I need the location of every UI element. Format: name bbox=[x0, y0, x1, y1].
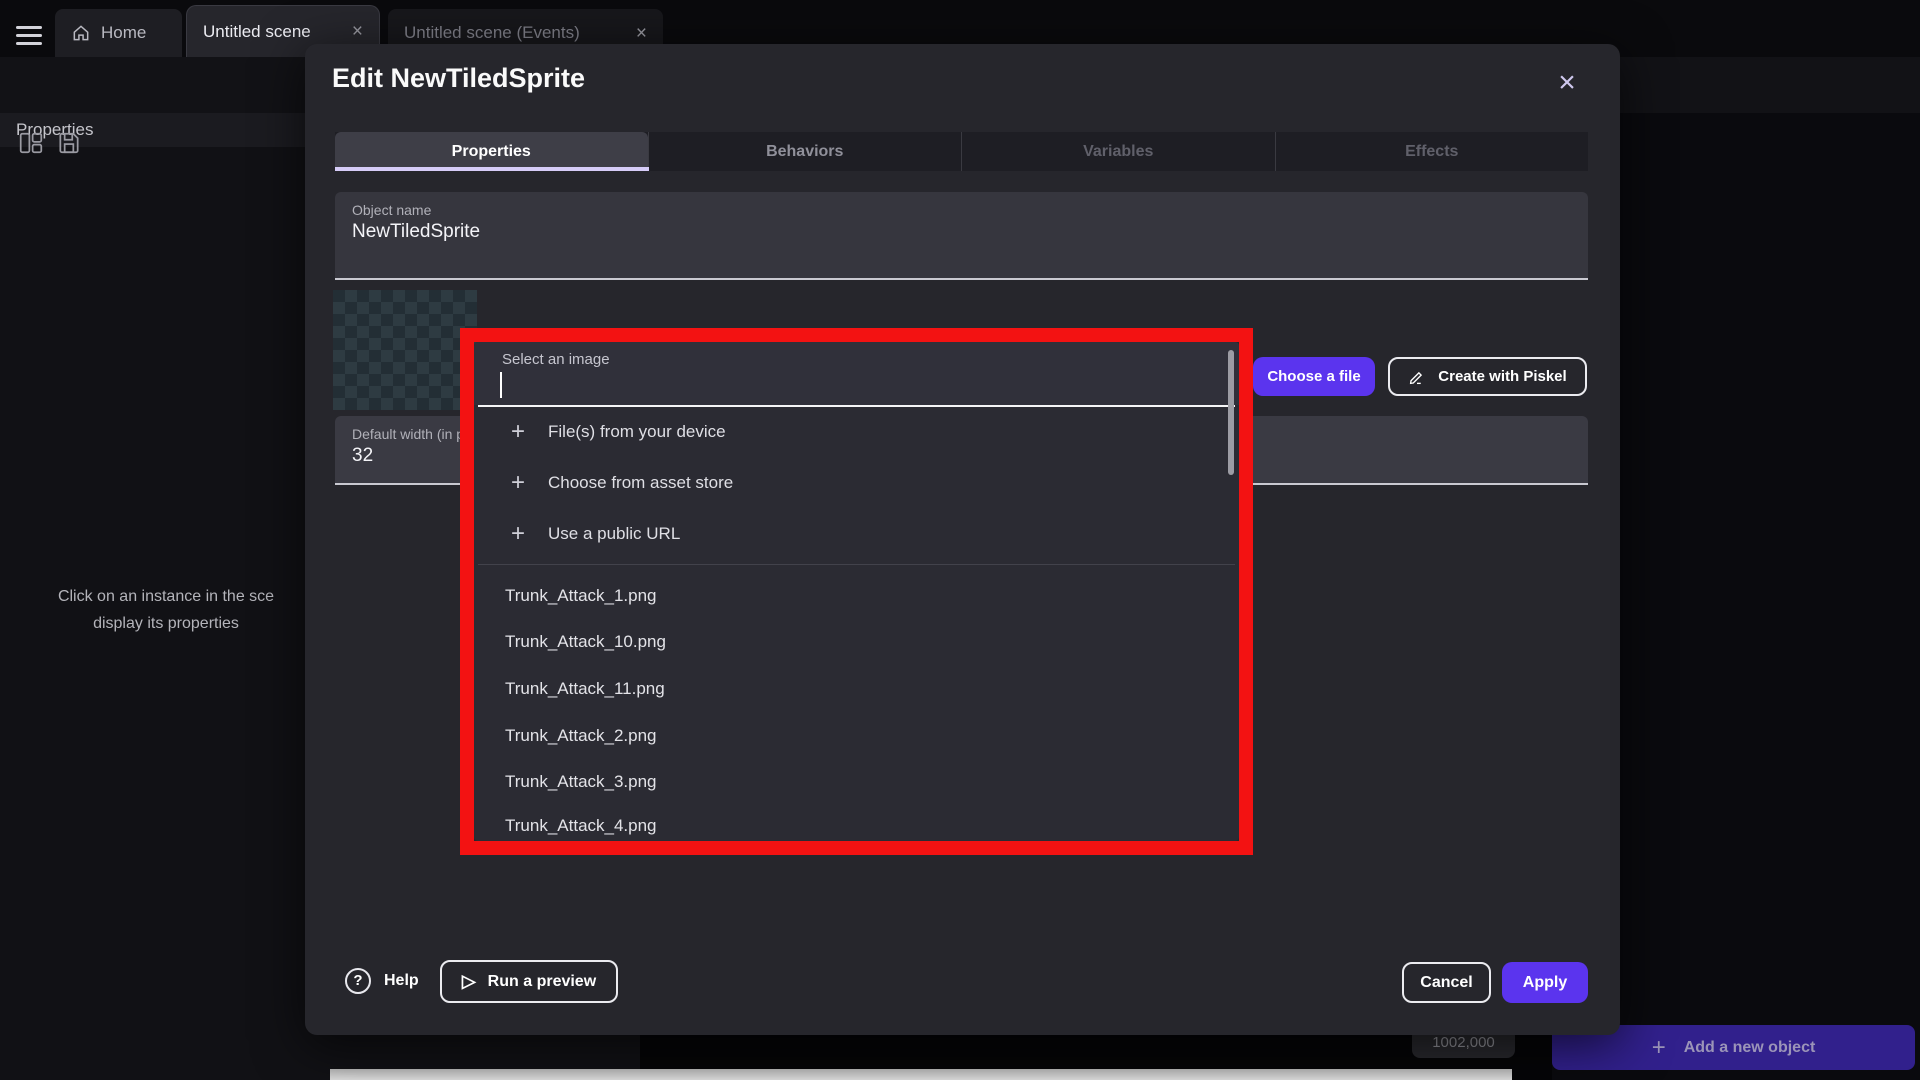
help-label[interactable]: Help bbox=[384, 972, 419, 990]
menu-item-label: File(s) from your device bbox=[548, 422, 726, 441]
file-option[interactable]: Trunk_Attack_10.png bbox=[474, 619, 1239, 665]
file-option[interactable]: Trunk_Attack_1.png bbox=[474, 573, 1239, 619]
sprite-transparent-preview bbox=[333, 290, 477, 410]
field-value: 32 bbox=[352, 445, 373, 467]
tab-home[interactable]: Home bbox=[55, 9, 182, 57]
plus-icon: + bbox=[1652, 1034, 1666, 1062]
menu-item-files-from-device[interactable]: + File(s) from your device bbox=[474, 407, 1239, 457]
button-label: Apply bbox=[1523, 974, 1567, 992]
properties-panel-hint: Click on an instance in the sce display … bbox=[0, 583, 332, 637]
dialog-close-icon[interactable]: × bbox=[1550, 66, 1584, 100]
dialog-tab-effects[interactable]: Effects bbox=[1275, 132, 1589, 171]
menu-divider bbox=[478, 564, 1235, 565]
select-image-field[interactable]: Select an image bbox=[474, 342, 1239, 405]
apply-button[interactable]: Apply bbox=[1502, 962, 1588, 1003]
pencil-icon bbox=[1408, 368, 1426, 386]
tab-label: Home bbox=[101, 23, 146, 43]
play-icon: ▷ bbox=[462, 971, 476, 992]
file-option[interactable]: Trunk_Attack_4.png bbox=[474, 803, 1239, 841]
file-option[interactable]: Trunk_Attack_11.png bbox=[474, 666, 1239, 712]
dialog-tab-behaviors[interactable]: Behaviors bbox=[648, 132, 962, 171]
field-label: Object name bbox=[352, 202, 431, 218]
menu-item-label: Use a public URL bbox=[548, 524, 680, 543]
object-name-field[interactable]: Object name NewTiledSprite bbox=[335, 192, 1588, 280]
hamburger-menu-icon[interactable] bbox=[16, 26, 42, 45]
highlight-box: Select an image + File(s) from your devi… bbox=[460, 328, 1253, 855]
tab-label: Untitled scene (Events) bbox=[404, 23, 580, 43]
field-value: NewTiledSprite bbox=[352, 221, 480, 243]
text-cursor bbox=[500, 372, 502, 398]
tab-label: Untitled scene bbox=[203, 22, 311, 42]
active-tab-underline bbox=[335, 167, 649, 171]
hint-line-1: Click on an instance in the sce bbox=[0, 583, 332, 610]
dialog-tab-properties[interactable]: Properties bbox=[335, 132, 648, 171]
cancel-button[interactable]: Cancel bbox=[1402, 962, 1491, 1003]
menu-item-label: Choose from asset store bbox=[548, 473, 733, 492]
home-icon bbox=[71, 23, 91, 43]
hint-line-2: display its properties bbox=[0, 610, 332, 637]
file-option[interactable]: Trunk_Attack_3.png bbox=[474, 759, 1239, 805]
close-tab-icon[interactable]: × bbox=[636, 24, 647, 43]
button-label: Run a preview bbox=[488, 973, 596, 991]
dialog-tab-bar: Properties Behaviors Variables Effects bbox=[335, 132, 1588, 171]
menu-item-choose-from-asset-store[interactable]: + Choose from asset store bbox=[474, 458, 1239, 508]
button-label: Cancel bbox=[1420, 974, 1472, 992]
save-icon[interactable] bbox=[56, 130, 82, 156]
help-icon[interactable]: ? bbox=[345, 968, 371, 994]
layout-panels-icon[interactable] bbox=[18, 130, 44, 156]
select-image-label: Select an image bbox=[502, 351, 610, 368]
run-a-preview-button[interactable]: ▷ Run a preview bbox=[440, 960, 618, 1003]
canvas-bottom-edge bbox=[330, 1069, 1512, 1080]
dialog-tab-variables[interactable]: Variables bbox=[961, 132, 1275, 171]
button-label: Create with Piskel bbox=[1438, 368, 1566, 385]
button-label: Choose a file bbox=[1267, 368, 1360, 385]
create-with-piskel-button[interactable]: Create with Piskel bbox=[1388, 357, 1587, 396]
add-object-label: Add a new object bbox=[1684, 1039, 1816, 1057]
select-image-dropdown: Select an image + File(s) from your devi… bbox=[474, 342, 1239, 841]
plus-icon: + bbox=[511, 458, 525, 508]
plus-icon: + bbox=[511, 509, 525, 559]
choose-a-file-button[interactable]: Choose a file bbox=[1253, 357, 1375, 396]
menu-item-use-public-url[interactable]: + Use a public URL bbox=[474, 509, 1239, 559]
plus-icon: + bbox=[511, 407, 525, 457]
scrollbar-thumb[interactable] bbox=[1228, 350, 1234, 475]
close-tab-icon[interactable]: × bbox=[352, 22, 363, 41]
dialog-title: Edit NewTiledSprite bbox=[332, 63, 585, 94]
file-option[interactable]: Trunk_Attack_2.png bbox=[474, 713, 1239, 759]
